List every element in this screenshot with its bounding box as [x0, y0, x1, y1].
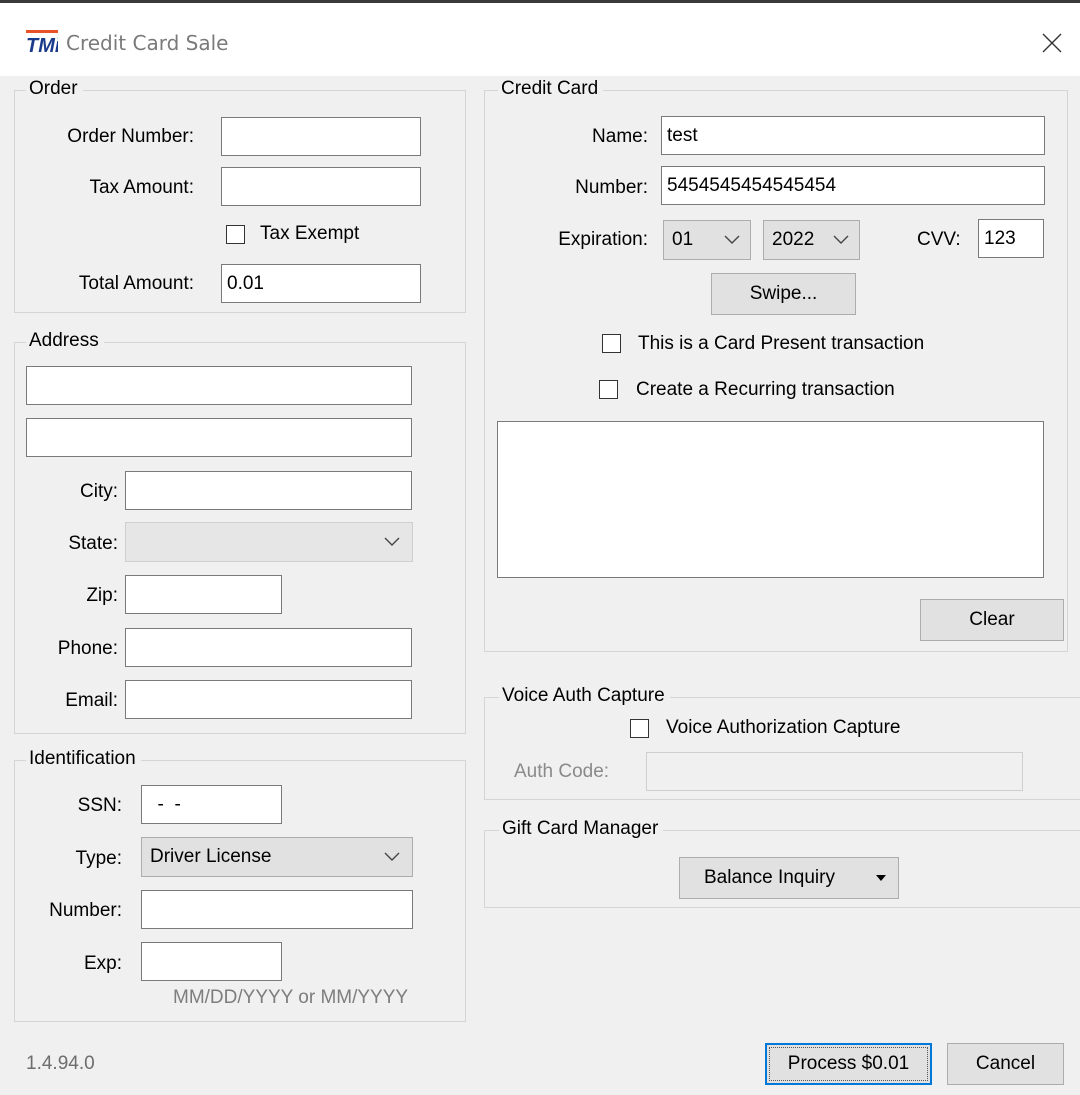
id-exp-input[interactable] [141, 942, 282, 981]
zip-label: Zip: [86, 585, 118, 606]
swipe-button[interactable]: Swipe... [711, 273, 856, 315]
total-amount-label: Total Amount: [78, 273, 194, 294]
cvv-label: CVV: [917, 229, 961, 250]
id-type-dropdown[interactable]: Driver License [141, 837, 413, 877]
order-number-label: Order Number: [67, 126, 194, 147]
chevron-down-icon [384, 852, 400, 861]
id-exp-format-hint: MM/DD/YYYY or MM/YYYY [173, 987, 409, 1008]
id-number-input[interactable] [141, 890, 413, 929]
close-icon [1042, 33, 1062, 53]
email-label: Email: [65, 690, 118, 711]
exp-month-dropdown[interactable]: 01 [663, 220, 751, 260]
credit-card-group-title: Credit Card [498, 78, 604, 100]
ssn-input[interactable] [141, 785, 282, 824]
address-line2-input[interactable] [26, 418, 412, 457]
chevron-down-icon [384, 537, 400, 546]
gift-card-group-title: Gift Card Manager [499, 818, 664, 840]
voice-auth-group-title: Voice Auth Capture [499, 685, 670, 707]
card-present-label: This is a Card Present transaction [638, 333, 925, 354]
cvv-input[interactable] [978, 219, 1044, 258]
voice-auth-checkbox[interactable] [630, 719, 649, 738]
zip-input[interactable] [125, 575, 282, 614]
state-label: State: [68, 533, 118, 554]
exp-year-dropdown[interactable]: 2022 [763, 220, 860, 260]
exp-year-value: 2022 [772, 229, 815, 250]
version-label: 1.4.94.0 [26, 1053, 95, 1074]
phone-label: Phone: [57, 638, 118, 659]
address-group-title: Address [26, 330, 104, 352]
balance-inquiry-label: Balance Inquiry [704, 867, 835, 888]
auth-code-input[interactable] [646, 752, 1023, 791]
id-type-value: Driver License [150, 846, 272, 867]
recurring-checkbox[interactable] [599, 380, 618, 399]
auth-code-label: Auth Code: [514, 761, 610, 782]
phone-input[interactable] [125, 628, 412, 667]
identification-group-title: Identification [26, 748, 141, 770]
cancel-button[interactable]: Cancel [947, 1043, 1064, 1085]
process-button[interactable]: Process $0.01 [765, 1043, 932, 1085]
exp-month-value: 01 [672, 229, 694, 250]
card-name-input[interactable] [661, 116, 1045, 155]
city-label: City: [80, 481, 118, 502]
voice-auth-label: Voice Authorization Capture [666, 717, 901, 738]
expiration-label: Expiration: [558, 229, 648, 250]
id-exp-label: Exp: [83, 953, 122, 974]
id-type-label: Type: [75, 848, 122, 869]
id-number-label: Number: [49, 900, 122, 921]
balance-inquiry-button[interactable]: Balance Inquiry [679, 857, 899, 899]
credit-card-sale-window: TMi Credit Card Sale Order Order Number:… [0, 0, 1080, 1095]
caret-down-icon [876, 875, 886, 881]
process-label: Process $0.01 [787, 1053, 910, 1074]
card-number-input[interactable] [661, 166, 1045, 205]
svg-text:TMi: TMi [26, 35, 58, 54]
total-amount-input[interactable] [221, 264, 421, 303]
close-button[interactable] [1030, 21, 1074, 65]
title-bar: TMi Credit Card Sale [0, 3, 1080, 76]
tax-amount-label: Tax Amount: [89, 177, 194, 198]
chevron-down-icon [724, 235, 740, 244]
card-swipe-textarea[interactable] [497, 421, 1044, 578]
chevron-down-icon [833, 235, 849, 244]
clear-button[interactable]: Clear [920, 599, 1064, 641]
address-line1-input[interactable] [26, 366, 412, 405]
email-input[interactable] [125, 680, 412, 719]
city-input[interactable] [125, 471, 412, 510]
window-title: Credit Card Sale [66, 31, 229, 55]
tmi-logo-icon: TMi [26, 30, 58, 54]
card-name-label: Name: [592, 126, 648, 147]
tax-exempt-label: Tax Exempt [260, 223, 360, 244]
card-number-label: Number: [575, 177, 648, 198]
ssn-label: SSN: [77, 795, 122, 816]
tax-amount-input[interactable] [221, 167, 421, 206]
card-present-checkbox[interactable] [602, 334, 621, 353]
tax-exempt-checkbox[interactable] [226, 225, 245, 244]
order-group-title: Order [26, 78, 83, 100]
recurring-label: Create a Recurring transaction [636, 379, 895, 400]
state-dropdown[interactable] [125, 522, 413, 562]
order-number-input[interactable] [221, 117, 421, 156]
